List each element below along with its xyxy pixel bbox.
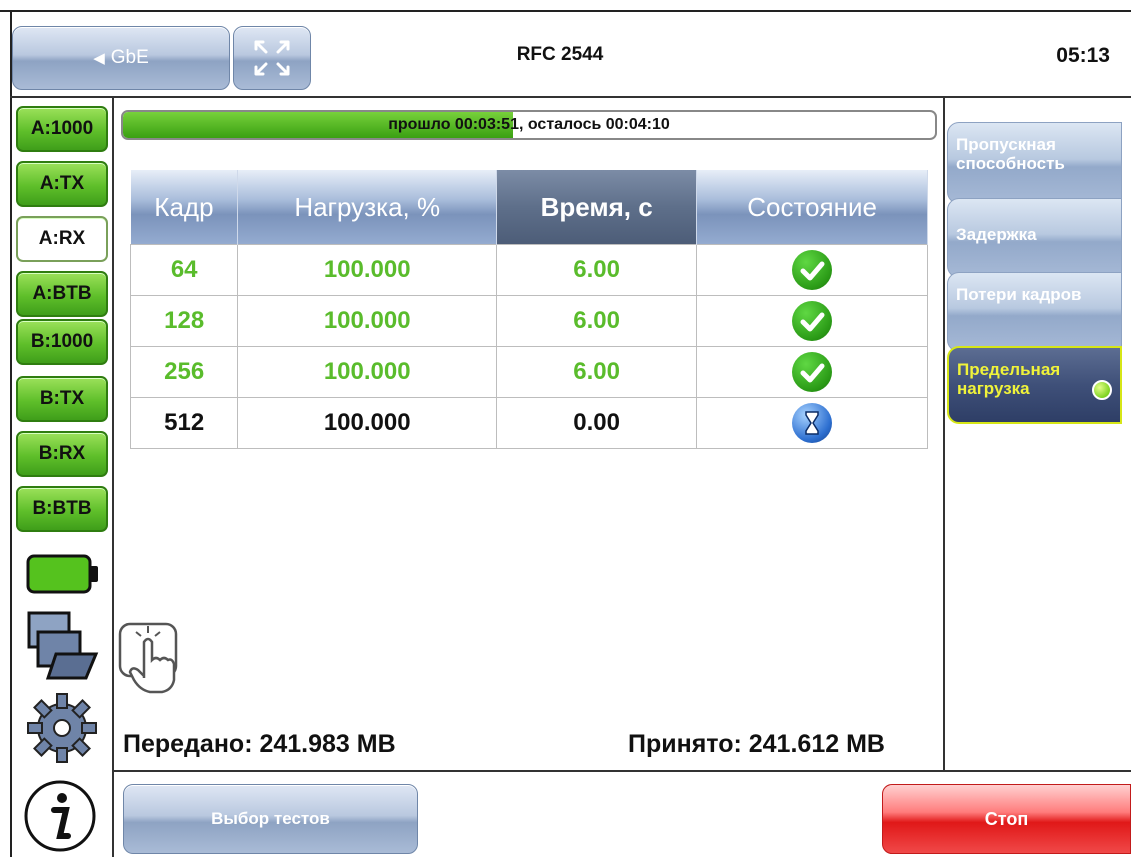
stop-label: Стоп	[984, 808, 1029, 829]
cell-state	[696, 295, 928, 347]
table-row: 64 100.000 6.00	[129, 244, 928, 296]
cell-time: 0.00	[496, 397, 698, 449]
cell-frame: 64	[129, 244, 239, 296]
tab-label: Пропускная способность	[956, 135, 1065, 173]
port-b-rx[interactable]: B:RX	[16, 431, 108, 477]
tab-frame-loss[interactable]: Потери кадров	[947, 272, 1122, 352]
port-a-tx[interactable]: A:TX	[16, 161, 108, 207]
cell-frame: 256	[129, 346, 239, 398]
sent-bytes: Передано: 241.983 MB	[123, 730, 396, 758]
stop-button[interactable]: Стоп	[882, 784, 1131, 854]
port-b-1000[interactable]: B:1000	[16, 319, 108, 365]
cell-time: 6.00	[496, 346, 698, 398]
back-button-label: GbE	[110, 47, 149, 68]
table-row: 512 100.000 0.00	[129, 397, 928, 449]
port-b-btb[interactable]: B:BTB	[16, 486, 108, 532]
cell-time: 6.00	[496, 295, 698, 347]
progress-elapsed: прошло 00:03:51	[388, 116, 519, 133]
battery-icon	[26, 552, 102, 601]
port-a-rx[interactable]: A:RX	[16, 216, 108, 262]
select-tests-label: Выбор тестов	[211, 809, 330, 828]
tab-latency[interactable]: Задержка	[947, 198, 1122, 278]
cell-state	[696, 244, 928, 296]
windows-icon[interactable]	[26, 610, 104, 693]
progress-text: прошло 00:03:51, осталось 00:04:10	[123, 116, 935, 134]
gear-icon[interactable]	[24, 690, 100, 771]
column-header-state[interactable]: Состояние	[696, 170, 928, 245]
cell-frame: 128	[129, 295, 239, 347]
tab-label: Предельная нагрузка	[957, 360, 1061, 398]
bottom-divider	[112, 770, 1131, 772]
tab-label: Потери кадров	[956, 285, 1082, 304]
cell-state	[696, 397, 928, 449]
tab-back-to-back[interactable]: Предельная нагрузка	[947, 346, 1122, 424]
back-button[interactable]: ◀ GbE	[12, 26, 230, 90]
page-title: RFC 2544	[516, 44, 604, 65]
results-table: Кадр Нагрузка, % Время, с Состояние 64 1…	[129, 170, 928, 449]
fullscreen-icon	[254, 40, 290, 76]
active-indicator-icon	[1092, 380, 1112, 400]
check-icon	[792, 301, 833, 341]
column-header-frame[interactable]: Кадр	[130, 170, 239, 245]
port-b-tx[interactable]: B:TX	[16, 376, 108, 422]
cell-load: 100.000	[237, 346, 498, 398]
cell-frame: 512	[129, 397, 239, 449]
port-a-1000[interactable]: A:1000	[16, 106, 108, 152]
info-icon[interactable]	[22, 778, 100, 859]
cell-load: 100.000	[237, 295, 498, 347]
select-tests-button[interactable]: Выбор тестов	[123, 784, 418, 854]
touch-icon	[116, 620, 186, 701]
frame-left-line	[10, 10, 12, 857]
check-icon	[792, 250, 833, 290]
table-row: 128 100.000 6.00	[129, 295, 928, 347]
left-column-divider	[112, 96, 114, 857]
frame-top-line	[0, 10, 1131, 12]
cell-load: 100.000	[237, 397, 498, 449]
cell-time: 6.00	[496, 244, 698, 296]
tab-throughput[interactable]: Пропускная способность	[947, 122, 1122, 204]
check-icon	[792, 352, 833, 392]
column-header-load[interactable]: Нагрузка, %	[237, 170, 498, 245]
received-bytes: Принято: 241.612 MB	[628, 730, 885, 758]
hourglass-icon	[792, 403, 833, 443]
tab-label: Задержка	[956, 225, 1037, 244]
back-arrow-icon: ◀	[93, 50, 105, 67]
table-row: 256 100.000 6.00	[129, 346, 928, 398]
progress-bar: прошло 00:03:51, осталось 00:04:10	[121, 110, 937, 140]
header-divider	[10, 96, 1131, 98]
port-a-btb[interactable]: A:BTB	[16, 271, 108, 317]
cell-state	[696, 346, 928, 398]
right-column-divider	[943, 96, 945, 770]
progress-remaining: , осталось 00:04:10	[518, 116, 670, 133]
clock: 05:13	[1056, 44, 1110, 67]
cell-load: 100.000	[237, 244, 498, 296]
fullscreen-button[interactable]	[233, 26, 311, 90]
column-header-time[interactable]: Время, с	[496, 170, 698, 245]
